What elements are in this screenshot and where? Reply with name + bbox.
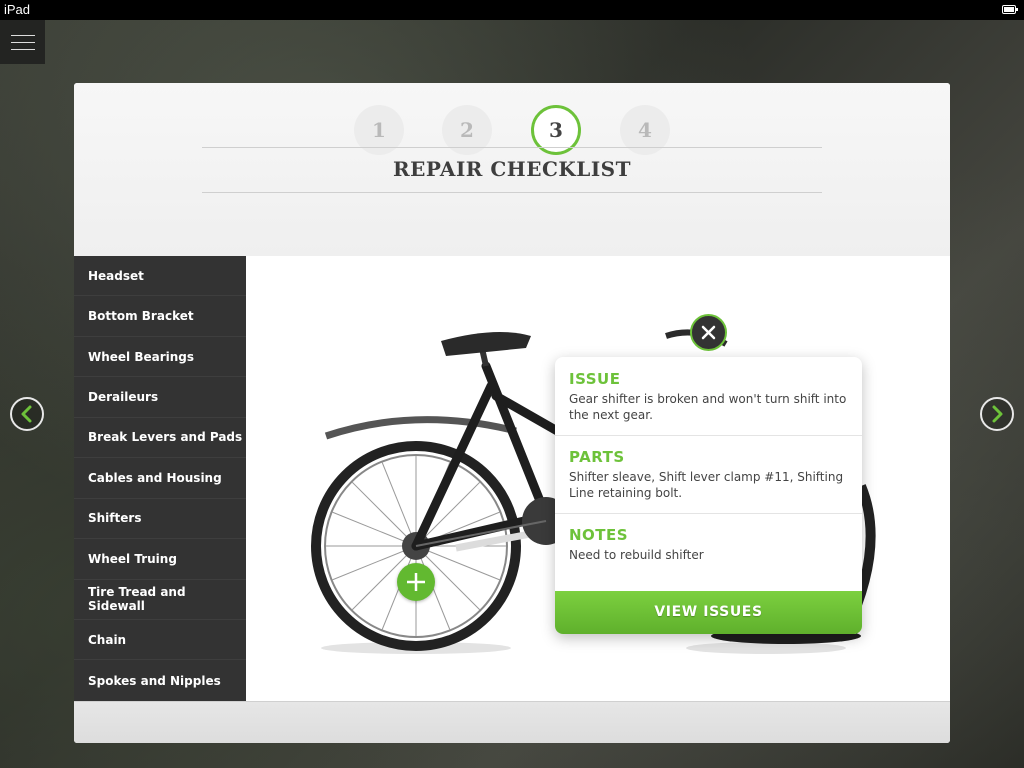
previous-button[interactable] [10, 397, 44, 431]
sidebar-item-tire-tread[interactable]: Tire Tread and Sidewall [74, 580, 246, 620]
issue-popover: ISSUE Gear shifter is broken and won't t… [555, 357, 862, 634]
sidebar-item-bottom-bracket[interactable]: Bottom Bracket [74, 296, 246, 337]
menu-icon [10, 34, 35, 36]
page-title: REPAIR CHECKLIST [392, 157, 631, 181]
card-footer [74, 701, 950, 743]
hotspot-rear-derailleur[interactable] [397, 563, 435, 601]
popover-divider [555, 435, 862, 436]
parts-text: Shifter sleave, Shift lever clamp #11, S… [569, 470, 844, 500]
sidebar-item-deraileurs[interactable]: Deraileurs [74, 377, 246, 418]
issue-section: ISSUE Gear shifter is broken and won't t… [569, 370, 851, 423]
title-rule-bottom [202, 192, 822, 193]
menu-button[interactable] [0, 20, 45, 64]
close-icon [701, 325, 716, 340]
sidebar-item-wheel-truing[interactable]: Wheel Truing [74, 539, 246, 580]
popover-divider [555, 513, 862, 514]
notes-section: NOTES Need to rebuild shifter [569, 526, 851, 563]
device-label: iPad [4, 2, 31, 17]
issue-heading: ISSUE [569, 370, 621, 388]
plus-icon [407, 573, 425, 591]
sidebar-item-spokes[interactable]: Spokes and Nipples [74, 660, 246, 700]
parts-section: PARTS Shifter sleave, Shift lever clamp … [569, 448, 851, 501]
close-popover-button[interactable] [690, 314, 727, 351]
notes-heading: NOTES [569, 526, 629, 544]
sidebar-item-chain[interactable]: Chain [74, 620, 246, 661]
sidebar-item-break-levers[interactable]: Break Levers and Pads [74, 418, 246, 459]
status-bar: iPad [0, 0, 1024, 20]
view-issues-button[interactable]: VIEW ISSUES [555, 591, 862, 634]
sidebar: Headset Bottom Bracket Wheel Bearings De… [74, 256, 246, 701]
sidebar-item-wheel-bearings[interactable]: Wheel Bearings [74, 337, 246, 378]
arrow-left-icon [21, 405, 32, 423]
sidebar-item-headset[interactable]: Headset [74, 256, 246, 297]
parts-heading: PARTS [569, 448, 625, 466]
battery-icon [1002, 5, 1018, 14]
sidebar-item-shifters[interactable]: Shifters [74, 499, 246, 540]
arrow-right-icon [992, 405, 1003, 423]
title-rule-top [202, 147, 822, 148]
issue-text: Gear shifter is broken and won't turn sh… [569, 392, 847, 422]
sidebar-item-cables[interactable]: Cables and Housing [74, 458, 246, 499]
notes-text: Need to rebuild shifter [569, 548, 704, 562]
card-header: 1 2 3 4 REPAIR CHECKLIST [74, 83, 950, 256]
next-button[interactable] [980, 397, 1014, 431]
